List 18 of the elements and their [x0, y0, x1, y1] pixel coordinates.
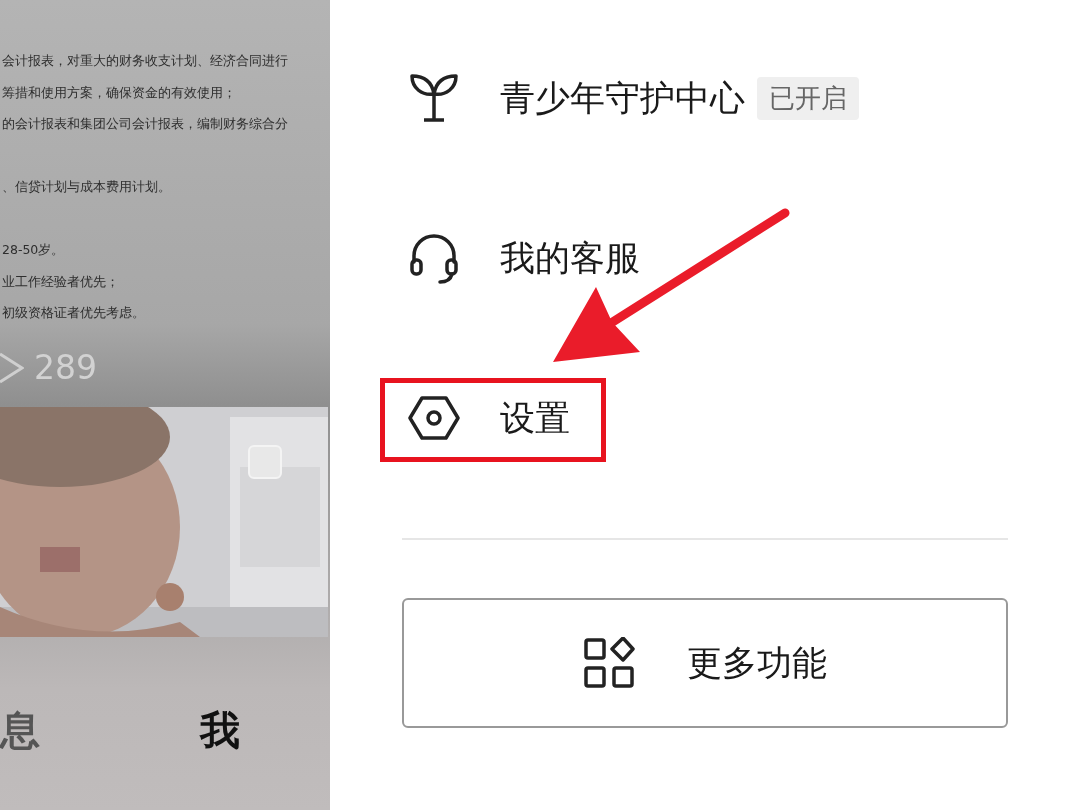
headset-icon	[408, 232, 460, 284]
description-text: 的会计报表和集团公司会计报表，编制财务综合分	[1, 116, 289, 133]
menu-item[interactable]: 青少年守护中心	[500, 74, 745, 122]
description-text: 初级资格证者优先考虑。	[1, 305, 146, 322]
description-text: 会计报表，对重大的财务收支计划、经济合同进行	[1, 53, 289, 70]
menu-item[interactable]: 我的客服	[500, 234, 640, 282]
nav-tab[interactable]: 我	[200, 702, 240, 758]
view-count: 289	[34, 348, 97, 387]
status-badge: 已开启	[757, 76, 859, 120]
menu-item[interactable]: 设置	[500, 394, 570, 442]
description-text: 筹措和使用方案，确保资金的有效使用；	[1, 84, 237, 102]
apps-icon	[583, 637, 635, 689]
description-text: 业工作经验者优先；	[1, 273, 120, 291]
sprout-icon	[408, 72, 460, 124]
more-features-button[interactable]: 更多功能	[402, 598, 1008, 728]
description-text: 28-50岁。	[1, 242, 66, 259]
checkbox-icon[interactable]	[248, 444, 282, 479]
description-text: 、信贷计划与成本费用计划。	[1, 179, 172, 196]
